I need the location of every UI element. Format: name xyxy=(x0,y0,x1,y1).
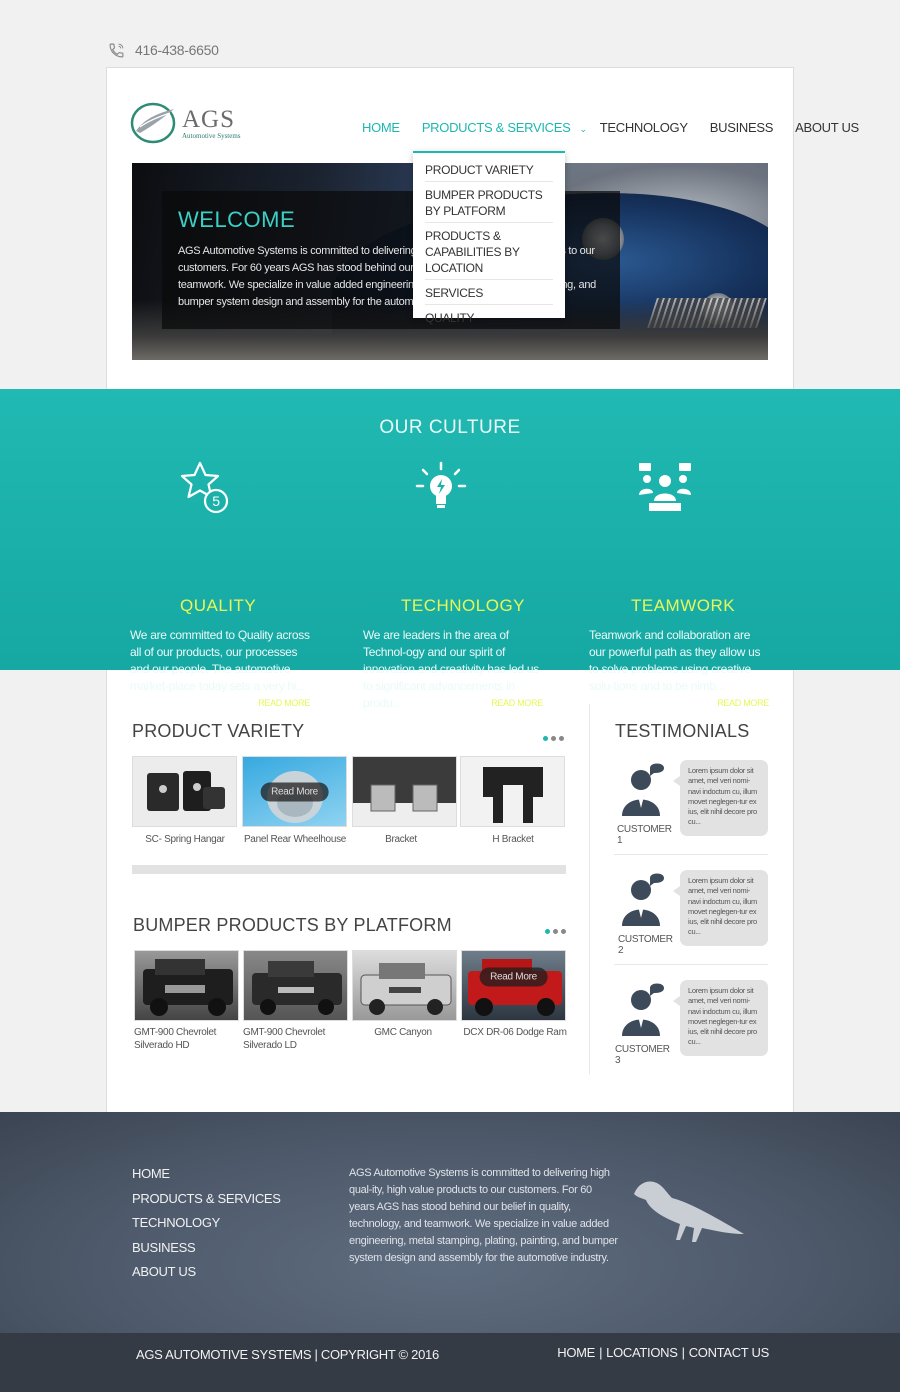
main-nav: HOME PRODUCTS & SERVICES ⌄ TECHNOLOGY BU… xyxy=(362,120,881,138)
footer: HOME PRODUCTS & SERVICES TECHNOLOGY BUSI… xyxy=(0,1112,900,1333)
product-scrollbar[interactable] xyxy=(132,865,566,874)
product-thumb-h-bracket[interactable] xyxy=(460,756,565,827)
bumper-label: GMT-900 Chevrolet Silverado HD xyxy=(134,1027,217,1051)
customer-avatar-icon xyxy=(622,763,664,816)
bumper-thumb-dodge-ram[interactable]: Read More xyxy=(461,950,566,1021)
footer-link-business[interactable]: BUSINESS xyxy=(132,1236,281,1261)
column-divider xyxy=(589,704,590,1074)
nav-home[interactable]: HOME xyxy=(362,120,400,138)
footer-link-products[interactable]: PRODUCTS & SERVICES xyxy=(132,1187,281,1212)
nav-business[interactable]: BUSINESS xyxy=(710,120,774,138)
customer-name: CUSTOMER 2 xyxy=(618,934,673,956)
culture-teamwork-title: TEAMWORK xyxy=(631,596,736,615)
testimonial-bubble: Lorem ipsum dolor sit amet, mel veri nom… xyxy=(673,980,768,1056)
testimonials-title: TESTIMONIALS xyxy=(615,721,750,741)
product-label: H Bracket xyxy=(492,834,534,845)
copyright-text: AGS AUTOMOTIVE SYSTEMS | COPYRIGHT © 201… xyxy=(136,1347,439,1362)
customer-avatar-icon xyxy=(622,873,664,926)
teamwork-read-more-link[interactable]: READ MORE xyxy=(717,698,769,708)
culture-teamwork-text: Teamwork and collaboration are our power… xyxy=(589,628,761,693)
dropdown-item-capabilities-location[interactable]: PRODUCTS & CAPABILITIES BY LOCATION xyxy=(425,223,553,280)
testimonial-item: CUSTOMER 2 Lorem ipsum dolor sit amet, m… xyxy=(614,870,768,956)
footer-link-about[interactable]: ABOUT US xyxy=(132,1260,281,1285)
bumper-products-title: BUMPER PRODUCTS BY PLATFORM xyxy=(133,915,452,935)
logo-tagline: Automotive Systems xyxy=(182,131,241,140)
bumper-thumb-gmc-canyon[interactable] xyxy=(352,950,457,1021)
culture-section: OUR CULTURE 5 QUALITY We are committed t… xyxy=(0,389,900,710)
nav-products-services[interactable]: PRODUCTS & SERVICES xyxy=(422,120,571,138)
product-label: SC- Spring Hangar xyxy=(145,834,225,845)
svg-text:5: 5 xyxy=(212,493,220,509)
culture-title: OUR CULTURE xyxy=(379,417,521,438)
product-label: Panel Rear Wheelhouse xyxy=(243,834,347,845)
bumper-label: GMC Canyon xyxy=(374,1027,432,1038)
logo-name: AGS xyxy=(182,105,236,133)
dropdown-item-bumper-products[interactable]: BUMPER PRODUCTS BY PLATFORM xyxy=(425,182,553,223)
bumper-products-pager[interactable] xyxy=(545,929,566,934)
testimonial-divider xyxy=(614,854,768,855)
product-variety-title: PRODUCT VARIETY xyxy=(132,721,305,741)
product-thumb-panel-rear[interactable]: Read More xyxy=(242,756,347,827)
logo[interactable]: AGS Automotive Systems xyxy=(130,100,250,146)
chevron-down-icon[interactable]: ⌄ xyxy=(579,120,587,138)
bottom-link-locations[interactable]: LOCATIONS xyxy=(606,1345,678,1360)
nav-about[interactable]: ABOUT US xyxy=(795,120,859,138)
team-icon xyxy=(639,463,691,511)
testimonial-bubble: Lorem ipsum dolor sit amet, mel veri nom… xyxy=(673,870,768,946)
link-separator: | xyxy=(599,1345,603,1360)
bottom-links: HOME | LOCATIONS | CONTACT US xyxy=(557,1345,769,1360)
bumper-thumb-silverado-hd[interactable] xyxy=(134,950,239,1021)
culture-technology-title: TECHNOLOGY xyxy=(401,596,526,615)
silverado-ld-image xyxy=(252,961,342,1015)
dropdown-item-services[interactable]: SERVICES xyxy=(425,280,553,305)
read-more-button[interactable]: Read More xyxy=(260,782,329,801)
bumper-label: DCX DR-06 Dodge Ram xyxy=(463,1027,567,1038)
quality-read-more-link[interactable]: READ MORE xyxy=(258,698,310,708)
product-label: Bracket xyxy=(385,834,417,845)
bracket-image xyxy=(353,784,456,826)
culture-quality-title: QUALITY xyxy=(180,596,257,615)
bumper-label: GMT-900 Chevrolet Silverado LD xyxy=(243,1027,326,1051)
customer-avatar-icon xyxy=(622,983,664,1036)
testimonial-item: CUSTOMER 3 Lorem ipsum dolor sit amet, m… xyxy=(614,980,768,1066)
logo-icon xyxy=(130,102,176,144)
products-dropdown: PRODUCT VARIETY BUMPER PRODUCTS BY PLATF… xyxy=(413,151,565,325)
bumper-thumb-silverado-ld[interactable] xyxy=(243,950,348,1021)
footer-link-technology[interactable]: TECHNOLOGY xyxy=(132,1211,281,1236)
read-more-button[interactable]: Read More xyxy=(479,967,548,987)
dropdown-item-product-variety[interactable]: PRODUCT VARIETY xyxy=(425,157,553,182)
lightbulb-icon xyxy=(415,461,467,508)
nav-technology[interactable]: TECHNOLOGY xyxy=(600,120,688,138)
testimonial-divider xyxy=(614,964,768,965)
phone-icon xyxy=(109,43,124,57)
bottom-bar: AGS AUTOMOTIVE SYSTEMS | COPYRIGHT © 201… xyxy=(0,1333,900,1392)
spring-hangar-image xyxy=(147,771,225,811)
footer-nav: HOME PRODUCTS & SERVICES TECHNOLOGY BUSI… xyxy=(132,1162,281,1285)
product-thumb-spring-hangar[interactable] xyxy=(132,756,237,827)
phone-number[interactable]: 416-438-6650 xyxy=(135,42,219,58)
gmc-canyon-image xyxy=(360,963,452,1015)
footer-link-home[interactable]: HOME xyxy=(132,1162,281,1187)
technology-read-more-link[interactable]: READ MORE xyxy=(491,698,543,708)
customer-name: CUSTOMER 1 xyxy=(617,824,672,846)
testimonial-bubble: Lorem ipsum dolor sit amet, mel veri nom… xyxy=(673,760,768,836)
culture-quality-text: We are committed to Quality across all o… xyxy=(130,628,310,693)
product-variety-pager[interactable] xyxy=(543,736,564,741)
link-separator: | xyxy=(681,1345,685,1360)
dropdown-item-quality[interactable]: QUALITY xyxy=(425,305,553,329)
h-bracket-image xyxy=(483,767,543,823)
footer-about-text: AGS Automotive Systems is committed to d… xyxy=(349,1167,618,1264)
bottom-link-home[interactable]: HOME xyxy=(557,1345,595,1360)
bottom-link-contact[interactable]: CONTACT US xyxy=(689,1345,770,1360)
testimonial-item: CUSTOMER 1 Lorem ipsum dolor sit amet, m… xyxy=(614,760,768,846)
top-bar: 416-438-6650 xyxy=(108,40,219,60)
bird-icon xyxy=(634,1181,744,1242)
silverado-hd-image xyxy=(143,959,233,1016)
product-thumb-bracket[interactable] xyxy=(352,756,457,827)
star-five-icon: 5 xyxy=(180,461,229,514)
customer-name: CUSTOMER 3 xyxy=(615,1044,670,1066)
